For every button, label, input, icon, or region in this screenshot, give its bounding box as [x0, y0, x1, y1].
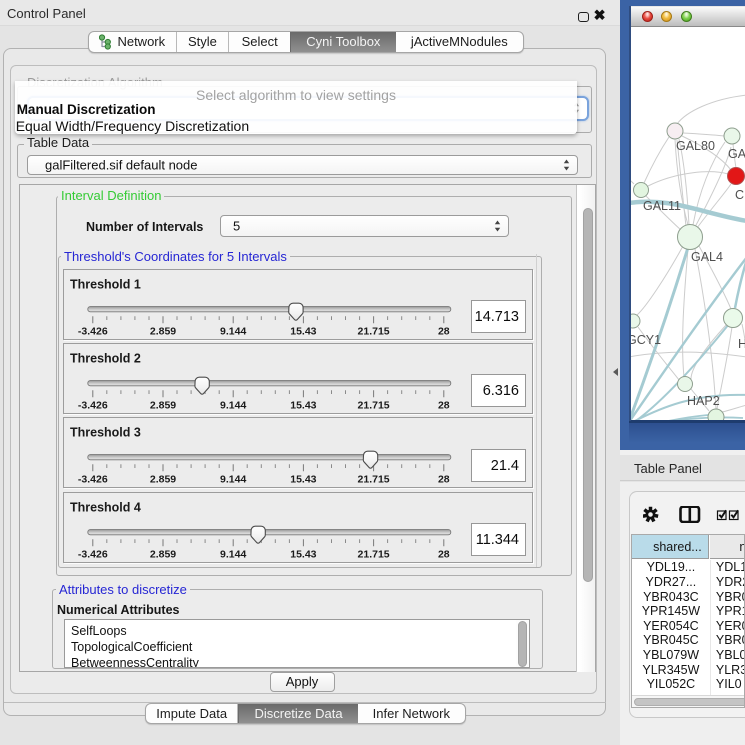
svg-text:21.715: 21.715: [358, 548, 390, 560]
svg-text:-3.426: -3.426: [78, 474, 108, 486]
svg-text:28: 28: [438, 325, 450, 337]
svg-text:9.144: 9.144: [220, 474, 246, 486]
svg-text:GCY1: GCY1: [631, 333, 661, 347]
svg-text:-3.426: -3.426: [78, 400, 108, 412]
svg-text:15.43: 15.43: [290, 548, 316, 560]
svg-text:15.43: 15.43: [290, 325, 316, 337]
svg-text:9.144: 9.144: [220, 400, 246, 412]
svg-text:GAL4: GAL4: [691, 250, 723, 264]
svg-text:C: C: [735, 188, 744, 202]
svg-text:21.715: 21.715: [358, 474, 390, 486]
svg-text:2.859: 2.859: [150, 548, 176, 560]
svg-text:Threshold 4: Threshold 4: [70, 500, 141, 514]
svg-text:Threshold 3: Threshold 3: [70, 426, 141, 440]
svg-text:GAL80: GAL80: [676, 139, 715, 153]
svg-text:GAL11: GAL11: [643, 199, 681, 213]
svg-text:2.859: 2.859: [150, 474, 176, 486]
svg-text:9.144: 9.144: [220, 325, 246, 337]
svg-text:-3.426: -3.426: [78, 325, 108, 337]
svg-text:9.144: 9.144: [220, 548, 246, 560]
svg-text:21.715: 21.715: [358, 325, 390, 337]
svg-text:Threshold 1: Threshold 1: [70, 277, 141, 291]
svg-text:15.43: 15.43: [290, 400, 316, 412]
svg-text:Threshold 2: Threshold 2: [70, 351, 141, 365]
svg-text:HAP2: HAP2: [687, 394, 720, 408]
svg-text:15.43: 15.43: [290, 474, 316, 486]
svg-text:H: H: [738, 337, 745, 351]
svg-text:2.859: 2.859: [150, 400, 176, 412]
svg-text:GA: GA: [728, 147, 745, 161]
svg-text:21.715: 21.715: [358, 400, 390, 412]
svg-text:28: 28: [438, 400, 450, 412]
svg-text:28: 28: [438, 548, 450, 560]
svg-text:28: 28: [438, 474, 450, 486]
svg-text:-3.426: -3.426: [78, 548, 108, 560]
svg-text:2.859: 2.859: [150, 325, 176, 337]
